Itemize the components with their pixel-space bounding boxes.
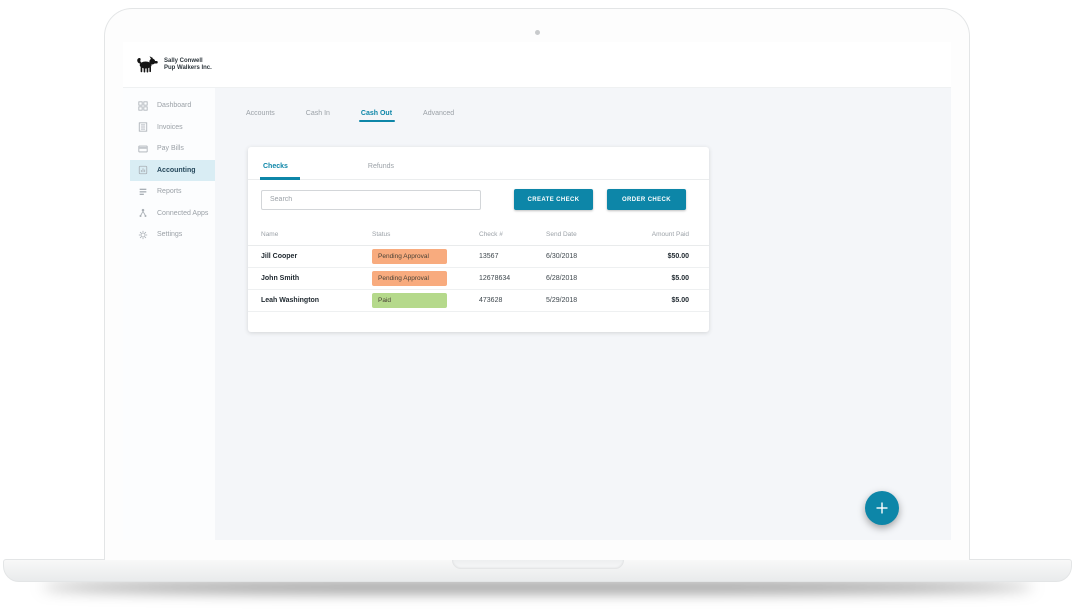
app-screen: Sally Conwell Pup Walkers Inc. Dashboard… [123, 42, 951, 540]
sidebar-item-label: Dashboard [157, 102, 191, 109]
main-content: Accounts Cash In Cash Out Advanced Check… [215, 88, 951, 540]
dog-logo-icon [135, 55, 159, 75]
sidebar: Dashboard Invoices Pay Bills Accounting … [123, 88, 215, 540]
table-header: Name Status Check # Send Date Amount Pai… [248, 231, 709, 246]
cell-name: John Smith [261, 275, 372, 282]
sidebar-item-dashboard[interactable]: Dashboard [123, 95, 215, 117]
table-body: Jill Cooper Pending Approval 13567 6/30/… [248, 246, 709, 312]
col-status: Status [372, 231, 479, 238]
cell-amount-paid: $50.00 [646, 253, 689, 260]
cell-send-date: 6/28/2018 [546, 275, 646, 282]
sidebar-item-label: Invoices [157, 124, 183, 131]
cell-check-number: 13567 [479, 253, 546, 260]
sidebar-item-settings[interactable]: Settings [123, 224, 215, 246]
sidebar-item-accounting[interactable]: Accounting [130, 160, 215, 182]
cell-check-number: 12678634 [479, 275, 546, 282]
tab-cash-in[interactable]: Cash In [306, 110, 330, 117]
app-header: Sally Conwell Pup Walkers Inc. [123, 42, 951, 88]
cell-amount-paid: $5.00 [646, 275, 689, 282]
main-tabs: Accounts Cash In Cash Out Advanced [246, 110, 454, 117]
subtab-refunds[interactable]: Refunds [368, 163, 394, 170]
cell-amount-paid: $5.00 [646, 297, 689, 304]
sidebar-item-label: Connected Apps [157, 210, 208, 217]
status-badge: Pending Approval [372, 249, 447, 264]
sidebar-item-reports[interactable]: Reports [123, 181, 215, 203]
order-check-button[interactable]: ORDER CHECK [607, 189, 686, 210]
add-button[interactable] [865, 491, 899, 525]
col-check-number: Check # [479, 231, 546, 238]
panel-subtabs: Checks Refunds [248, 147, 709, 180]
cell-name: Leah Washington [261, 297, 372, 304]
status-badge: Paid [372, 293, 447, 308]
connected-apps-icon [138, 208, 148, 218]
accounting-icon [138, 165, 148, 175]
col-name: Name [261, 231, 372, 238]
col-amount-paid: Amount Paid [646, 231, 689, 238]
cell-name: Jill Cooper [261, 253, 372, 260]
col-send-date: Send Date [546, 231, 646, 238]
subtab-checks[interactable]: Checks [263, 163, 288, 170]
table-row[interactable]: Leah Washington Paid 473628 5/29/2018 $5… [248, 290, 709, 312]
table-row[interactable]: John Smith Pending Approval 12678634 6/2… [248, 268, 709, 290]
checks-table: Name Status Check # Send Date Amount Pai… [248, 231, 709, 312]
company-name-line1: Sally Conwell [164, 58, 212, 65]
sidebar-item-label: Pay Bills [157, 145, 184, 152]
sidebar-item-label: Reports [157, 188, 182, 195]
pay-bills-icon [138, 144, 148, 154]
laptop-mockup: Sally Conwell Pup Walkers Inc. Dashboard… [0, 0, 1075, 614]
laptop-base-notch [452, 559, 624, 569]
sidebar-item-connected-apps[interactable]: Connected Apps [123, 203, 215, 225]
tab-accounts[interactable]: Accounts [246, 110, 275, 117]
sidebar-item-pay-bills[interactable]: Pay Bills [123, 138, 215, 160]
plus-icon [874, 500, 890, 516]
checks-panel: Checks Refunds CREATE CHECK ORDER CHECK … [248, 147, 709, 332]
tab-advanced[interactable]: Advanced [423, 110, 454, 117]
cell-send-date: 6/30/2018 [546, 253, 646, 260]
app-body: Dashboard Invoices Pay Bills Accounting … [123, 88, 951, 540]
company-name-line2: Pup Walkers Inc. [164, 65, 212, 72]
tab-cash-out[interactable]: Cash Out [361, 110, 392, 117]
cell-send-date: 5/29/2018 [546, 297, 646, 304]
table-row[interactable]: Jill Cooper Pending Approval 13567 6/30/… [248, 246, 709, 268]
sidebar-item-label: Accounting [157, 167, 196, 174]
search-input[interactable] [261, 190, 481, 210]
invoices-icon [138, 122, 148, 132]
cell-check-number: 473628 [479, 297, 546, 304]
cell-status: Paid [372, 293, 479, 308]
settings-icon [138, 230, 148, 240]
panel-controls: CREATE CHECK ORDER CHECK [261, 189, 686, 210]
status-badge: Pending Approval [372, 271, 447, 286]
company-name: Sally Conwell Pup Walkers Inc. [164, 58, 212, 72]
reports-icon [138, 187, 148, 197]
sidebar-item-invoices[interactable]: Invoices [123, 117, 215, 139]
cell-status: Pending Approval [372, 271, 479, 286]
sidebar-item-label: Settings [157, 231, 182, 238]
dashboard-icon [138, 101, 148, 111]
webcam-dot [535, 30, 540, 35]
create-check-button[interactable]: CREATE CHECK [514, 189, 593, 210]
cell-status: Pending Approval [372, 249, 479, 264]
